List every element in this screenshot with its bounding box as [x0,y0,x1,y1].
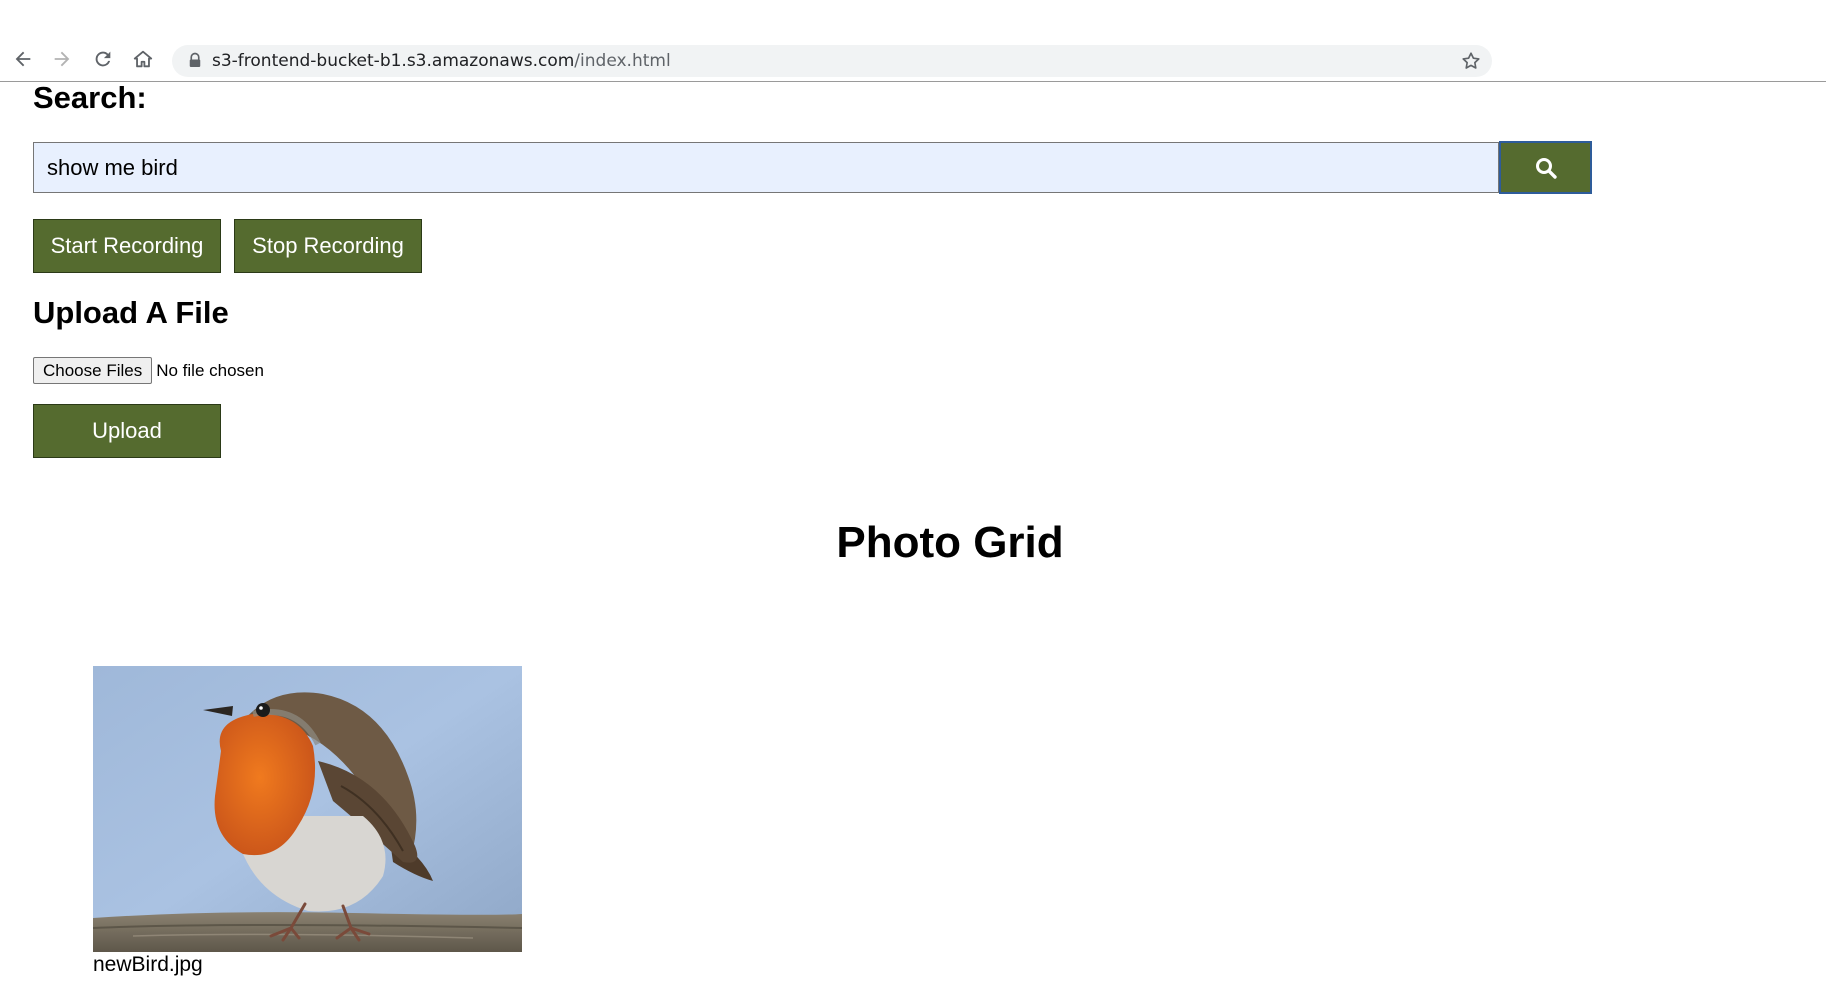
address-bar[interactable]: s3-frontend-bucket-b1.s3.amazonaws.com/i… [172,45,1492,77]
url-domain: s3-frontend-bucket-b1.s3.amazonaws.com [212,51,575,71]
photo-grid-title: Photo Grid [836,518,1064,567]
home-icon[interactable] [128,46,158,72]
search-icon [1535,157,1557,179]
reload-icon[interactable] [88,46,118,72]
search-input[interactable] [33,142,1499,193]
start-recording-button[interactable]: Start Recording [33,219,221,273]
browser-toolbar: s3-frontend-bucket-b1.s3.amazonaws.com/i… [0,0,1826,82]
choose-files-button[interactable]: Choose Files [33,357,153,384]
lock-icon[interactable] [186,52,204,70]
url-path: /index.html [574,51,671,71]
toolbar-divider [0,81,1826,82]
back-icon[interactable] [8,46,38,72]
forward-icon[interactable] [47,46,77,72]
upload-heading: Upload A File [33,295,229,330]
stop-recording-button[interactable]: Stop Recording [234,219,422,273]
file-status-text: No file chosen [156,360,264,380]
search-button[interactable] [1499,141,1592,194]
upload-button[interactable]: Upload [33,404,221,458]
file-input[interactable]: Choose Files No file chosen [33,357,264,384]
search-label: Search: [33,80,147,115]
url-text: s3-frontend-bucket-b1.s3.amazonaws.com/i… [212,51,671,71]
bookmark-star-icon[interactable] [1460,50,1482,72]
photo-caption: newBird.jpg [93,953,203,976]
photo-card[interactable]: newBird.jpg [93,666,522,977]
bird-photo[interactable] [93,666,522,952]
